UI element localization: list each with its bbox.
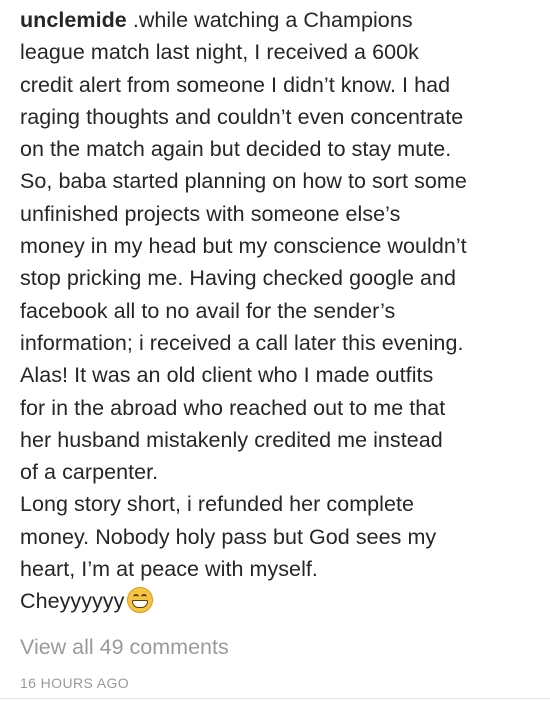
- divider: [0, 698, 550, 699]
- caption-line: for in the abroad who reached out to me …: [20, 395, 446, 420]
- post-username[interactable]: unclemide: [20, 8, 127, 32]
- caption-line: league match last night, I received a 60…: [20, 40, 419, 65]
- caption-line: money in my head but my conscience would…: [20, 234, 467, 259]
- caption-line: raging thoughts and couldn’t even concen…: [20, 104, 464, 129]
- caption-line: Cheyyyyyy: [20, 585, 548, 617]
- view-all-comments-link[interactable]: View all 49 comments: [20, 634, 548, 660]
- caption-line: unfinished projects with someone else’s: [20, 201, 401, 226]
- post-timestamp: 16 HOURS AGO: [20, 674, 130, 691]
- caption-line: stop pricking me. Having checked google …: [20, 266, 456, 291]
- grinning-face-icon: [127, 587, 154, 614]
- caption-line: of a carpenter.: [20, 460, 159, 485]
- caption-line: Alas! It was an old client who I made ou…: [20, 363, 434, 388]
- caption-line: Long story short, i refunded her complet…: [20, 492, 415, 517]
- caption-line: her husband mistakenly credited me inste…: [20, 427, 443, 452]
- post-caption: unclemide .while watching a Champions le…: [20, 4, 548, 618]
- caption-line: So, baba started planning on how to sort…: [20, 169, 467, 194]
- caption-line: money. Nobody holy pass but God sees my: [20, 524, 437, 549]
- caption-line: on the match again but decided to stay m…: [20, 137, 452, 162]
- caption-line: facebook all to no avail for the sender’…: [20, 298, 396, 323]
- instagram-post: unclemide .while watching a Champions le…: [20, 4, 548, 692]
- caption-line: information; i received a call later thi…: [20, 330, 464, 355]
- caption-line: unclemide .while watching a Champions: [20, 8, 413, 32]
- caption-line: heart, I’m at peace with myself.: [20, 557, 318, 582]
- caption-line: credit alert from someone I didn’t know.…: [20, 72, 451, 97]
